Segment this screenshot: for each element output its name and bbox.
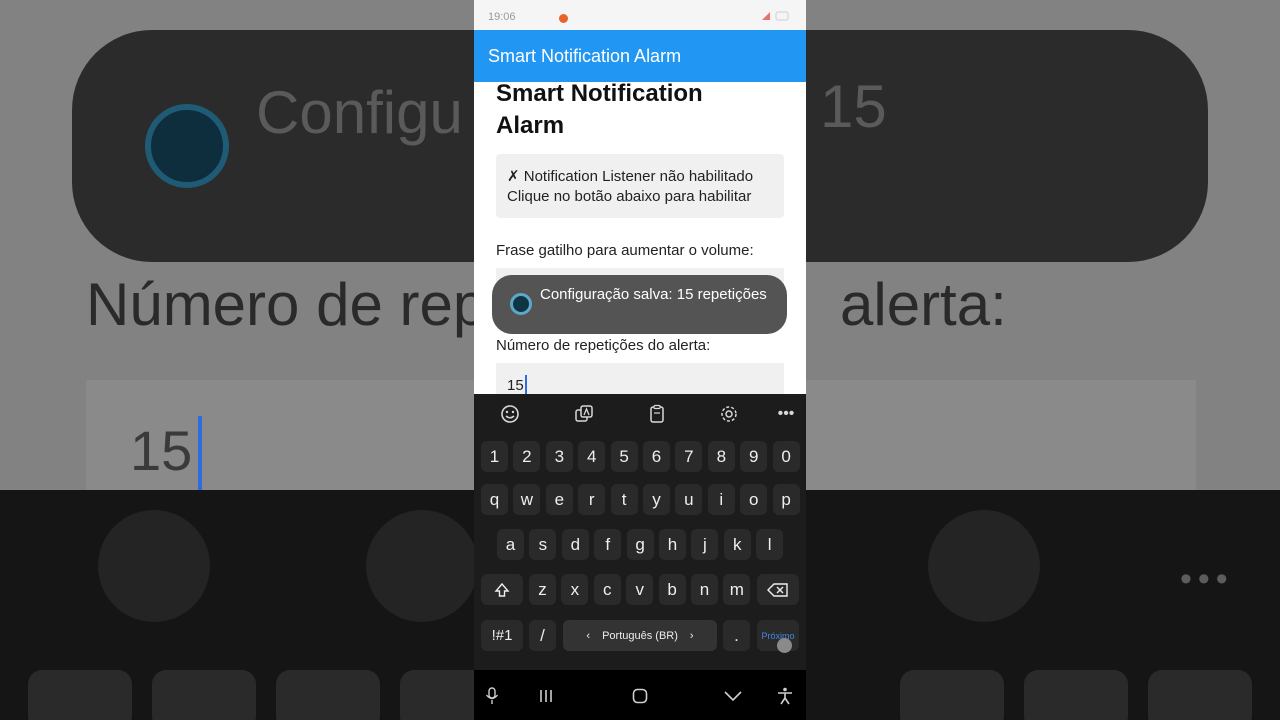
keyboard: ••• 1234567890 qwertyuiop asdfghjkl zxcvbnm… [474,394,806,670]
key-y[interactable]: y [643,484,670,515]
key-8[interactable]: 8 [707,441,735,472]
key-v[interactable]: v [626,574,654,605]
background-gear-circle [928,510,1040,622]
app-bar: Smart Notification Alarm [474,30,806,82]
key-5[interactable]: 5 [610,441,638,472]
key-9[interactable]: 9 [740,441,768,472]
key-a[interactable]: a [497,529,524,560]
shift-icon [494,582,510,597]
background-label-left: Número de rep [86,271,487,338]
trigger-phrase-label: Frase gatilho para aumentar o volume: [496,242,754,259]
phone-screen: 19:06 Smart Notification Alarm Smart Not… [474,0,806,720]
key-w[interactable]: w [513,484,541,515]
background-key [276,670,380,720]
clipboard-icon[interactable] [645,402,669,426]
background-emoji-circle [98,510,210,622]
background-value: 15 [130,419,193,482]
slash-key[interactable]: / [529,620,556,651]
translate-icon[interactable] [572,402,596,426]
touch-indicator [777,638,792,653]
background-more-icon: ••• [1180,560,1234,598]
key-h[interactable]: h [659,529,686,560]
listener-status-card: ✗ Notification Listener não habilitado C… [496,154,784,218]
notification-dot-icon [559,14,568,23]
key-0[interactable]: 0 [772,441,800,472]
background-key [28,670,132,720]
key-3[interactable]: 3 [545,441,573,472]
back-icon[interactable] [723,686,743,706]
shift-key[interactable] [481,574,523,605]
key-n[interactable]: n [691,574,718,605]
period-key[interactable]: . [723,620,750,651]
accessibility-icon[interactable] [775,686,795,706]
language-label: Português (BR) [602,629,678,642]
text-caret [525,375,527,394]
keyboard-toolbar: ••• [474,394,806,434]
status-bar: 19:06 [474,0,806,30]
symbols-key[interactable]: !#1 [481,620,523,651]
key-o[interactable]: o [740,484,768,515]
key-d[interactable]: d [561,529,589,560]
key-l[interactable]: l [756,529,784,560]
app-icon [510,293,532,315]
language-next-icon: › [689,629,694,642]
language-prev-icon: ‹ [586,629,591,642]
toast-message: Configuração salva: 15 repetições [540,286,767,303]
save-toast: Configuração salva: 15 repetições [492,275,787,334]
key-c[interactable]: c [593,574,621,605]
key-p[interactable]: p [772,484,800,515]
key-e[interactable]: e [545,484,573,515]
recents-icon[interactable] [536,686,556,706]
battery-icon [762,11,790,24]
key-z[interactable]: z [529,574,556,605]
key-t[interactable]: t [610,484,638,515]
repeat-count-field[interactable]: 15 [496,363,784,394]
repeat-count-label: Número de repetições do alerta: [496,337,711,354]
key-6[interactable]: 6 [643,441,670,472]
key-7[interactable]: 7 [675,441,703,472]
emoji-icon[interactable] [498,402,522,426]
background-toast-icon [145,104,229,188]
home-icon[interactable] [630,686,650,706]
key-2[interactable]: 2 [513,441,541,472]
key-q[interactable]: q [481,484,508,515]
app-bar-title: Smart Notification Alarm [488,46,682,66]
key-i[interactable]: i [707,484,735,515]
background-key [152,670,256,720]
key-m[interactable]: m [723,574,751,605]
key-x[interactable]: x [561,574,589,605]
key-4[interactable]: 4 [578,441,606,472]
key-f[interactable]: f [594,529,622,560]
background-caret [198,416,202,492]
background-label-right: alerta: [840,271,1007,338]
mic-icon[interactable] [482,686,502,706]
space-key[interactable]: ‹ Português (BR) › [563,620,717,651]
listener-status-line: ✗ Notification Listener não habilitado [507,168,754,185]
background-key [1024,670,1128,720]
listener-hint-line: Clique no botão abaixo para habilitar [507,188,752,205]
key-s[interactable]: s [529,529,557,560]
backspace-icon [767,582,788,597]
status-time: 19:06 [488,11,516,23]
gear-icon[interactable] [717,402,741,426]
background-key [900,670,1004,720]
settings-content: Smart Notification Alarm ✗ Notification … [474,82,806,394]
key-1[interactable]: 1 [481,441,508,472]
page-title: Smart Notification Alarm [496,82,703,139]
key-j[interactable]: j [691,529,719,560]
key-k[interactable]: k [723,529,751,560]
screen: Configu repetiçõ 15 Número de rep alerta… [0,0,1280,720]
backspace-key[interactable] [757,574,799,605]
background-toast-number: 15 [820,73,887,140]
background-translate-circle [366,510,478,622]
key-r[interactable]: r [578,484,606,515]
repeat-count-value: 15 [507,377,524,394]
navigation-bar [474,670,806,720]
key-g[interactable]: g [626,529,654,560]
key-u[interactable]: u [675,484,703,515]
more-icon[interactable]: ••• [774,402,798,426]
background-key [1148,670,1252,720]
key-b[interactable]: b [658,574,686,605]
